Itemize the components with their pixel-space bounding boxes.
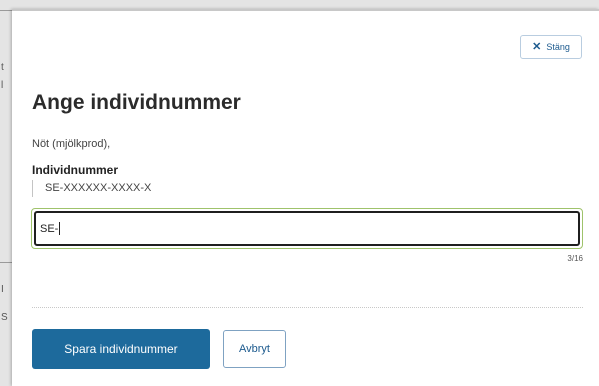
background-divider <box>0 262 12 263</box>
input-box[interactable]: SE- <box>34 211 580 246</box>
background-text: S <box>1 312 8 323</box>
animal-category-text: Nöt (mjölkprod), <box>32 138 111 150</box>
background-text: t <box>1 62 4 73</box>
background-divider <box>0 10 12 11</box>
individnummer-label: Individnummer <box>32 163 119 177</box>
dialog-divider <box>32 307 583 308</box>
close-button[interactable]: ✕ Stäng <box>520 35 582 59</box>
background-text: l <box>1 80 4 91</box>
cancel-button[interactable]: Avbryt <box>223 330 286 368</box>
dialog-title: Ange individnummer <box>32 91 241 114</box>
background-text: I <box>1 284 4 295</box>
close-icon: ✕ <box>532 40 542 53</box>
character-counter: 3/16 <box>567 254 583 263</box>
save-button[interactable]: Spara individnummer <box>32 329 210 369</box>
format-hint: SE-XXXXXX-XXXX-X <box>32 180 151 197</box>
individnummer-input[interactable]: SE- <box>31 208 583 249</box>
close-button-label: Stäng <box>546 42 570 52</box>
modal-dialog: ✕ Stäng Ange individnummer Nöt (mjölkpro… <box>12 9 599 386</box>
input-value: SE- <box>40 222 59 235</box>
text-caret <box>59 222 61 235</box>
